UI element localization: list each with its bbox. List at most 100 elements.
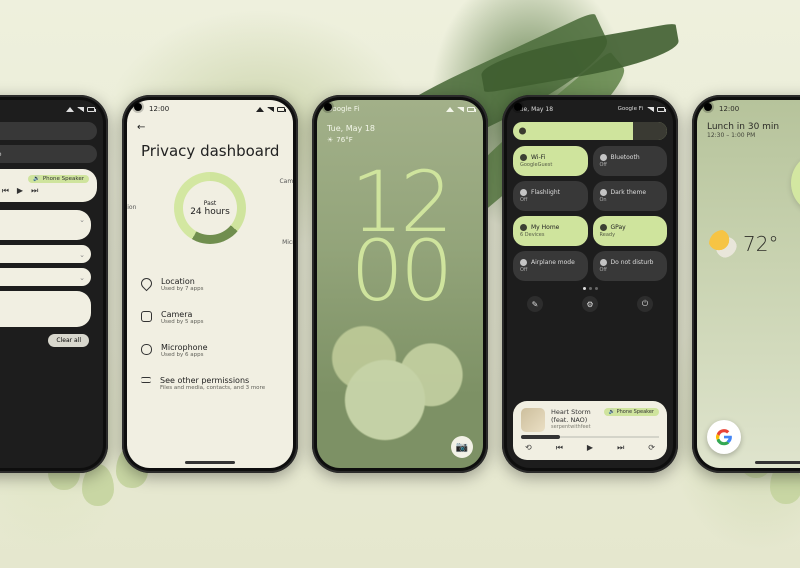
gpay-icon: [600, 224, 607, 231]
clear-all-button[interactable]: Clear all: [48, 334, 89, 347]
signal-icon: [457, 107, 464, 112]
ring-label-camera: Camera: [279, 178, 293, 185]
permission-row-microphone[interactable]: MicrophoneUsed by 6 apps: [139, 334, 281, 367]
power-button[interactable]: ⏻: [637, 296, 653, 312]
gesture-nav-bar[interactable]: [755, 461, 800, 464]
qs-tile-dark-theme[interactable]: Dark theme: [0, 145, 97, 163]
phone-quick-settings: Tue, May 18 Google Fi Wi-FiGoogleGuest B…: [502, 95, 678, 473]
media-player-card[interactable]: 🔊 Phone Speaker Heart Storm (feat. NAO) …: [513, 401, 667, 460]
qs-tile-wifi[interactable]: Wi-FiGoogleGuest: [513, 146, 588, 176]
phone-lockscreen: Google Fi Tue, May 18 ☀ 76°F 12 00 📷: [312, 95, 488, 473]
media-prev-icon[interactable]: ⏮: [2, 186, 9, 196]
qs-tile-home[interactable]: My Home6 Devices: [513, 216, 588, 246]
ring-center-label: 24 hours: [190, 207, 230, 217]
chevron-down-icon[interactable]: ⌄: [79, 216, 85, 224]
media-next-icon[interactable]: ⏭: [31, 186, 38, 196]
media-player-card[interactable]: 🔊 Phone Speaker m ⏮ ▶ ⏭: [0, 169, 97, 202]
notification-card[interactable]: ⌄ you soon. :): [0, 268, 91, 286]
camera-cutout: [704, 103, 712, 111]
qs-tile-dnd[interactable]: Do not disturbOff: [593, 251, 668, 281]
qs-tile-label: Dark theme: [0, 150, 2, 158]
page-indicator: [513, 287, 667, 290]
wifi-icon: [446, 107, 454, 112]
weather-icon: [709, 230, 737, 258]
battery-icon: [467, 107, 475, 112]
wifi-icon: [520, 154, 527, 161]
bluetooth-icon: [600, 154, 607, 161]
media-progress-bar[interactable]: [521, 436, 659, 438]
permission-list: LocationUsed by 7 apps CameraUsed by 5 a…: [139, 268, 281, 400]
notification-card[interactable]: ⌄ trip?: [0, 245, 91, 263]
back-icon[interactable]: ←: [137, 122, 145, 133]
status-bar: 12:00: [697, 100, 800, 118]
home-icon: [520, 224, 527, 231]
usage-ring-chart: Past24 hours: [174, 172, 246, 244]
status-bar: Google Fi: [317, 100, 483, 118]
settings-button[interactable]: ⚙: [582, 296, 598, 312]
dark-theme-icon: [600, 189, 607, 196]
lockscreen-date: Tue, May 18: [327, 124, 375, 133]
permission-row-location[interactable]: LocationUsed by 7 apps: [139, 268, 281, 301]
permission-row-other[interactable]: See other permissionsFiles and media, co…: [139, 367, 281, 400]
battery-icon: [657, 107, 665, 112]
qs-tile-flashlight[interactable]: FlashlightOff: [513, 181, 588, 211]
camera-cutout: [134, 103, 142, 111]
page-title: Privacy dashboard: [141, 142, 279, 160]
media-play-icon[interactable]: ▶: [17, 186, 23, 196]
permission-row-camera[interactable]: CameraUsed by 5 apps: [139, 301, 281, 334]
qs-tile-gpay[interactable]: GPayReady: [593, 216, 668, 246]
wifi-icon: [66, 107, 74, 112]
flashlight-icon: [520, 189, 527, 196]
dnd-icon: [600, 259, 607, 266]
camera-icon: [141, 311, 152, 322]
media-next-icon[interactable]: ⏭: [617, 443, 624, 453]
signal-icon: [267, 107, 274, 112]
chevron-down-icon: [141, 377, 151, 383]
notification-card[interactable]: 2 ⌄ you get here!: [0, 210, 91, 240]
qs-tile-airplane[interactable]: Airplane modeOff: [513, 251, 588, 281]
notification-text: you get here!: [0, 225, 83, 233]
camera-cutout: [324, 103, 332, 111]
output-chip[interactable]: 🔊 Phone Speaker: [604, 408, 659, 416]
media-play-icon[interactable]: ▶: [587, 443, 593, 453]
weather-temp: 72°: [743, 232, 778, 256]
microphone-icon: [141, 344, 152, 355]
edit-tiles-button[interactable]: ✎: [527, 296, 543, 312]
brightness-slider[interactable]: [513, 122, 667, 140]
airplane-icon: [520, 259, 527, 266]
analog-clock-widget[interactable]: [791, 152, 800, 214]
output-chip[interactable]: 🔊 Phone Speaker: [28, 175, 89, 183]
media-prev-icon[interactable]: ⏮: [556, 443, 563, 453]
signal-icon: [77, 107, 84, 112]
weather-widget[interactable]: 72°: [709, 230, 778, 258]
qs-tile-bluetooth[interactable]: BluetoothOff: [593, 146, 668, 176]
status-time: 12:00: [149, 105, 169, 113]
at-a-glance-widget[interactable]: Lunch in 30 min 12:30 – 1:00 PM: [707, 122, 779, 139]
wifi-icon: [256, 107, 264, 112]
signal-icon: [647, 107, 654, 112]
ring-label-microphone: Microphone: [282, 239, 293, 246]
qs-tile-dark-theme[interactable]: Dark themeOn: [593, 181, 668, 211]
ring-caption: Past: [204, 200, 217, 207]
notification-card[interactable]: · 5m: [0, 291, 91, 327]
chevron-down-icon[interactable]: ⌄: [79, 251, 85, 259]
lockscreen-weather[interactable]: ☀ 76°F: [327, 136, 353, 144]
media-seek-fwd-icon[interactable]: ⟳: [648, 443, 655, 453]
chevron-down-icon[interactable]: ⌄: [79, 274, 85, 282]
phone-privacy-dashboard: 12:00 ← Privacy dashboard Past24 hours C…: [122, 95, 298, 473]
google-search-button[interactable]: [707, 420, 741, 454]
status-bar: 12:00: [127, 100, 293, 118]
phone-home-screen: 12:00 Lunch in 30 min 12:30 – 1:00 PM 72…: [692, 95, 800, 473]
status-carrier: Google Fi: [618, 106, 643, 112]
camera-shortcut-button[interactable]: 📷: [451, 436, 473, 458]
phone-notification-shade: Bluetooth Dark theme 🔊 Phone Speaker m ⏮…: [0, 95, 108, 473]
status-bar: [0, 100, 103, 118]
album-art: [521, 408, 545, 432]
ring-label-location: Location: [127, 204, 136, 211]
qs-tile-bluetooth[interactable]: Bluetooth: [0, 122, 97, 140]
gesture-nav-bar[interactable]: [185, 461, 235, 464]
media-seek-back-icon[interactable]: ⟲: [525, 443, 532, 453]
qs-tile-grid: Wi-FiGoogleGuest BluetoothOff Flashlight…: [513, 146, 667, 281]
battery-icon: [277, 107, 285, 112]
status-time: 12:00: [719, 105, 739, 113]
